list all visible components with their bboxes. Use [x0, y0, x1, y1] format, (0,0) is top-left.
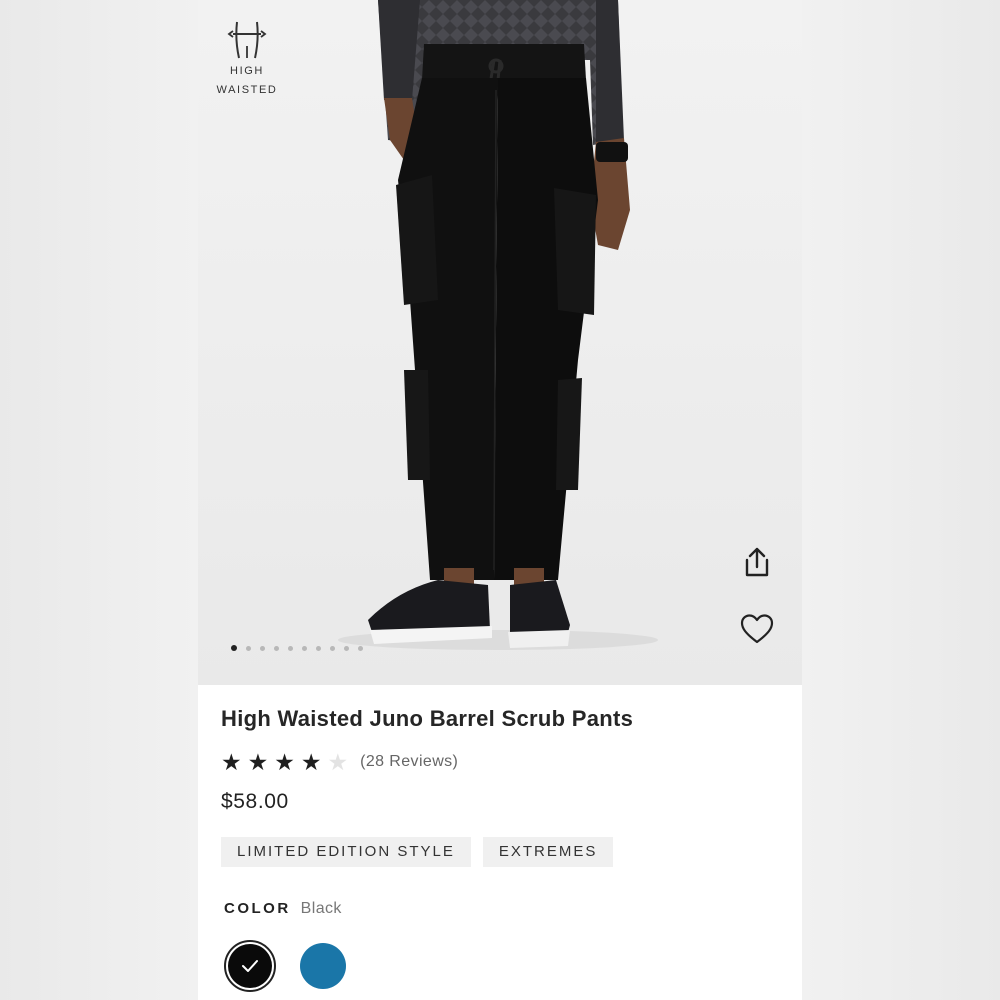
product-tags: LIMITED EDITION STYLE EXTREMES [221, 837, 614, 867]
high-waisted-badge: HIGH WAISTED [212, 18, 282, 100]
share-icon [745, 547, 769, 577]
gallery-dot[interactable] [358, 645, 363, 651]
favorite-button[interactable] [738, 610, 776, 648]
star-empty-icon: ★ [327, 749, 349, 775]
badge-line-1: HIGH [230, 65, 264, 77]
gallery-dot[interactable] [246, 645, 251, 651]
product-info: High Waisted Juno Barrel Scrub Pants ★ ★ ★… [198, 685, 802, 1000]
star-filled-icon: ★ [247, 749, 269, 775]
gallery-dot[interactable] [288, 645, 293, 651]
star-filled-icon: ★ [221, 749, 242, 775]
color-label: COLOR [224, 900, 291, 917]
selected-color-name: Black [300, 900, 342, 917]
product-title: High Waisted Juno Barrel Scrub Pants [221, 706, 634, 731]
product-image-gallery[interactable]: HIGH WAISTED [198, 0, 802, 685]
product-photo [198, 0, 802, 685]
gallery-dot[interactable] [302, 645, 307, 651]
gallery-dot[interactable] [260, 645, 265, 651]
high-waist-icon [227, 21, 267, 59]
gallery-dot[interactable] [330, 645, 335, 651]
reviews-link[interactable]: (28 Reviews) [360, 753, 458, 771]
gallery-dot[interactable] [344, 645, 349, 651]
gallery-dot[interactable] [274, 645, 279, 651]
color-swatches [224, 940, 346, 992]
heart-icon [740, 614, 774, 644]
star-rating: ★ ★ ★ ★ ★ [221, 749, 354, 775]
swatch-black-fill [228, 944, 272, 988]
swatch-blue[interactable] [300, 943, 346, 989]
star-filled-icon: ★ [274, 749, 295, 775]
gallery-dot[interactable] [231, 645, 237, 651]
badge-line-2: WAISTED [216, 84, 278, 96]
right-background [802, 0, 1000, 1000]
swatch-black[interactable] [224, 940, 276, 992]
rating[interactable]: ★ ★ ★ ★ ★ (28 Reviews) [221, 749, 458, 775]
product-price: $58.00 [221, 790, 289, 813]
gallery-dot[interactable] [316, 645, 321, 651]
gallery-pagination[interactable] [231, 645, 363, 651]
star-filled-icon: ★ [300, 749, 322, 775]
color-selector-header: COLOR Black [224, 900, 342, 918]
share-button[interactable] [738, 543, 776, 581]
product-page: HIGH WAISTED High Waisted Juno Barrel Sc… [198, 0, 802, 1000]
tag-limited-edition: LIMITED EDITION STYLE [221, 837, 471, 867]
left-background [0, 0, 198, 1000]
tag-extremes: EXTREMES [482, 837, 614, 867]
checkmark-icon [242, 960, 258, 972]
